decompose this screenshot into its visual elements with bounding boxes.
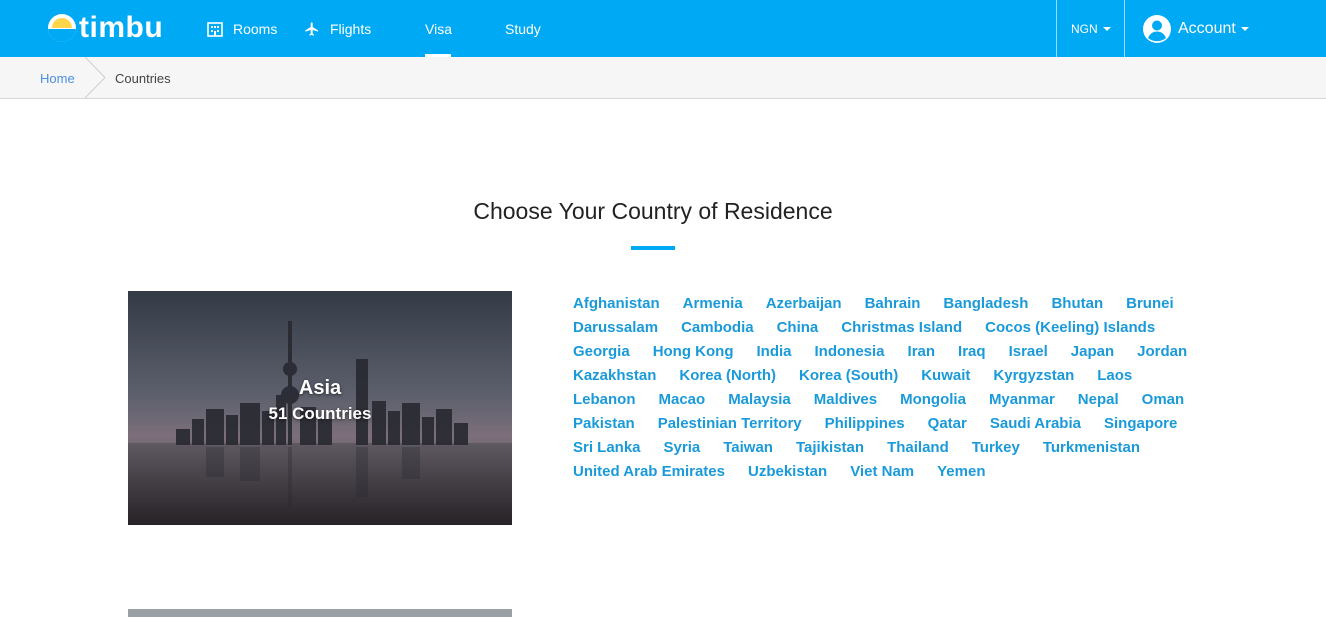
region-card-asia[interactable]: Asia 51 Countries <box>128 291 512 525</box>
building-icon <box>207 21 223 37</box>
currency-dropdown[interactable]: NGN <box>1071 0 1111 57</box>
country-link[interactable]: Kyrgyzstan <box>993 364 1074 388</box>
title-underline <box>631 246 675 250</box>
country-link[interactable]: Japan <box>1071 340 1114 364</box>
nav-divider <box>1124 0 1125 57</box>
country-link[interactable]: Bhutan <box>1051 292 1103 316</box>
timbu-logo[interactable]: timbu <box>48 12 163 44</box>
country-link[interactable]: India <box>757 340 792 364</box>
country-link[interactable]: Korea (South) <box>799 364 898 388</box>
country-link[interactable]: Tajikistan <box>796 436 864 460</box>
country-link[interactable]: Oman <box>1142 388 1185 412</box>
country-link[interactable]: Mongolia <box>900 388 966 412</box>
logo-icon <box>48 14 76 42</box>
country-link[interactable]: Viet Nam <box>850 460 914 484</box>
breadcrumb: Home Countries <box>0 57 1326 99</box>
country-link[interactable]: Georgia <box>573 340 630 364</box>
logo-text: timbu <box>79 11 164 44</box>
country-link[interactable]: Qatar <box>928 412 967 436</box>
country-link[interactable]: Turkmenistan <box>1043 436 1140 460</box>
country-link[interactable]: Uzbekistan <box>748 460 827 484</box>
country-link[interactable]: Afghanistan <box>573 292 660 316</box>
country-list: Afghanistan Armenia Azerbaijan Bahrain Bangl… <box>573 292 1213 484</box>
next-region-card[interactable] <box>128 609 512 617</box>
breadcrumb-home-link[interactable]: Home <box>40 57 75 98</box>
country-link[interactable]: Philippines <box>825 412 905 436</box>
country-link[interactable]: Cocos (Keeling) Islands <box>985 316 1155 340</box>
country-link[interactable]: Brunei <box>1126 292 1174 316</box>
nav-flights[interactable]: Flights <box>304 0 371 57</box>
nav-rooms-label: Rooms <box>233 20 278 37</box>
country-link[interactable]: Sri Lanka <box>573 436 641 460</box>
country-link[interactable]: Laos <box>1097 364 1132 388</box>
caret-down-icon <box>1240 26 1249 31</box>
nav-study[interactable]: Study <box>505 0 541 57</box>
breadcrumb-separator-icon <box>84 57 106 98</box>
country-link[interactable]: Nepal <box>1078 388 1119 412</box>
country-link[interactable]: Kuwait <box>921 364 970 388</box>
user-avatar-icon <box>1143 14 1171 43</box>
nav-visa[interactable]: Visa <box>425 0 452 57</box>
country-link[interactable]: Macao <box>659 388 706 412</box>
country-link[interactable]: Syria <box>664 436 701 460</box>
country-link[interactable]: Iran <box>908 340 936 364</box>
country-link[interactable]: Iraq <box>958 340 986 364</box>
country-link[interactable]: Christmas Island <box>841 316 962 340</box>
account-dropdown[interactable]: Account <box>1142 0 1249 57</box>
country-link[interactable]: Bangladesh <box>943 292 1028 316</box>
country-link[interactable]: Cambodia <box>681 316 754 340</box>
country-link[interactable]: China <box>777 316 819 340</box>
country-link[interactable]: Azerbaijan <box>766 292 842 316</box>
country-link[interactable]: Palestinian Territory <box>658 412 802 436</box>
country-link[interactable]: Myanmar <box>989 388 1055 412</box>
nav-rooms[interactable]: Rooms <box>207 0 277 57</box>
airplane-icon <box>305 21 318 36</box>
country-link[interactable]: Jordan <box>1137 340 1187 364</box>
country-link[interactable]: United Arab Emirates <box>573 460 725 484</box>
country-link[interactable]: Saudi Arabia <box>990 412 1081 436</box>
country-link[interactable]: Hong Kong <box>653 340 734 364</box>
region-country-count: 51 Countries <box>268 404 372 423</box>
country-link[interactable]: Lebanon <box>573 388 636 412</box>
account-label: Account <box>1178 19 1236 37</box>
country-link[interactable]: Kazakhstan <box>573 364 656 388</box>
top-navbar: timbu Rooms Flights Visa Study NGN Accou… <box>0 0 1326 57</box>
breadcrumb-current: Countries <box>115 71 171 86</box>
country-link[interactable]: Korea (North) <box>679 364 776 388</box>
country-link[interactable]: Armenia <box>683 292 743 316</box>
country-link[interactable]: Thailand <box>887 436 949 460</box>
currency-label: NGN <box>1071 21 1098 36</box>
country-link[interactable]: Singapore <box>1104 412 1177 436</box>
nav-study-label: Study <box>505 20 541 37</box>
country-link[interactable]: Darussalam <box>573 316 658 340</box>
country-link[interactable]: Israel <box>1009 340 1048 364</box>
country-link[interactable]: Indonesia <box>815 340 885 364</box>
page-title: Choose Your Country of Residence <box>473 198 833 224</box>
country-link[interactable]: Pakistan <box>573 412 635 436</box>
nav-flights-label: Flights <box>330 20 372 37</box>
nav-visa-label: Visa <box>425 20 452 37</box>
country-link[interactable]: Bahrain <box>865 292 921 316</box>
region-name: Asia <box>298 377 342 399</box>
country-link[interactable]: Maldives <box>814 388 877 412</box>
country-link[interactable]: Taiwan <box>723 436 773 460</box>
country-link[interactable]: Turkey <box>972 436 1020 460</box>
nav-divider <box>1056 0 1057 57</box>
caret-down-icon <box>1102 26 1111 31</box>
country-link[interactable]: Yemen <box>937 460 985 484</box>
country-link[interactable]: Malaysia <box>728 388 791 412</box>
